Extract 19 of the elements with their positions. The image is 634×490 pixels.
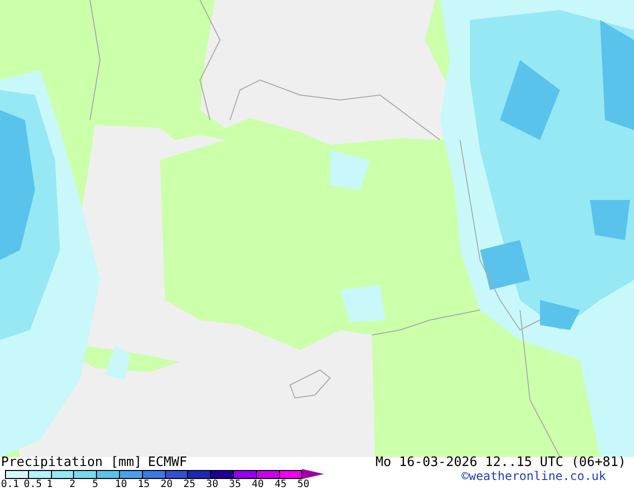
legend-title: Precipitation [mm] bbox=[1, 457, 142, 469]
valid-time: Mo 16-03-2026 12..15 UTC (06+81) bbox=[376, 457, 626, 469]
scale-tick-label: 20 bbox=[160, 479, 173, 490]
scale-tick-label: 30 bbox=[206, 479, 218, 490]
scale-tick-label: 35 bbox=[228, 479, 242, 490]
scale-tick-label: 1 bbox=[46, 479, 53, 490]
model-name: ECMWF bbox=[148, 457, 188, 469]
scale-tick-label: 25 bbox=[183, 479, 196, 490]
scale-tick-label: 15 bbox=[138, 479, 150, 490]
scale-tick-label: 40 bbox=[252, 479, 264, 490]
credit-link[interactable]: ©weatheronline.co.uk bbox=[462, 470, 606, 482]
scale-tick-label: 45 bbox=[274, 479, 287, 490]
overflow-triangle-icon bbox=[302, 469, 324, 479]
scale-tick-label: 0.5 bbox=[24, 479, 42, 490]
scale-tick-label: 10 bbox=[114, 479, 128, 490]
scale-tick-label: 0.1 bbox=[1, 479, 20, 490]
scale-tick-label: 5 bbox=[92, 479, 98, 490]
scale-tick-label: 50 bbox=[297, 479, 310, 490]
scale-tick-label: 2 bbox=[69, 479, 76, 490]
